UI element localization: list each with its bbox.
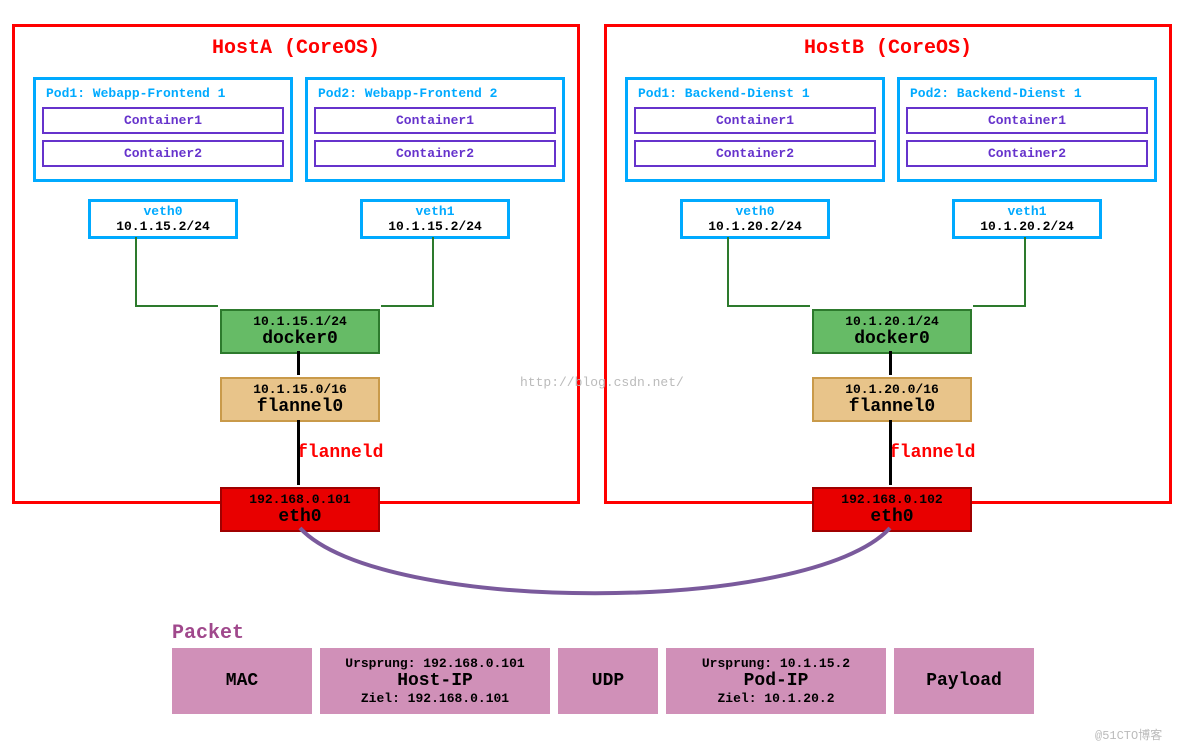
packet-udp: UDP: [558, 648, 658, 714]
packet-udp-text: UDP: [592, 671, 624, 691]
packet-podip-dst: Ziel: 10.1.20.2: [717, 691, 834, 706]
packet-mac: MAC: [172, 648, 312, 714]
packet-label: Packet: [172, 622, 244, 645]
packet-hostip-src: Ursprung: 192.168.0.101: [345, 656, 524, 671]
packet-payload-text: Payload: [926, 671, 1002, 691]
packet-payload: Payload: [894, 648, 1034, 714]
packet-podip-src: Ursprung: 10.1.15.2: [702, 656, 850, 671]
packet-hostip: Ursprung: 192.168.0.101 Host-IP Ziel: 19…: [320, 648, 550, 714]
packet-mac-text: MAC: [226, 671, 258, 691]
packet-hostip-dst: Ziel: 192.168.0.101: [361, 691, 509, 706]
packet-podip-name: Pod-IP: [744, 671, 809, 691]
packet-hostip-name: Host-IP: [397, 671, 473, 691]
watermark-csdn: http://blog.csdn.net/: [520, 375, 684, 390]
watermark-51cto: @51CTO博客: [1095, 726, 1162, 743]
packet-podip: Ursprung: 10.1.15.2 Pod-IP Ziel: 10.1.20…: [666, 648, 886, 714]
